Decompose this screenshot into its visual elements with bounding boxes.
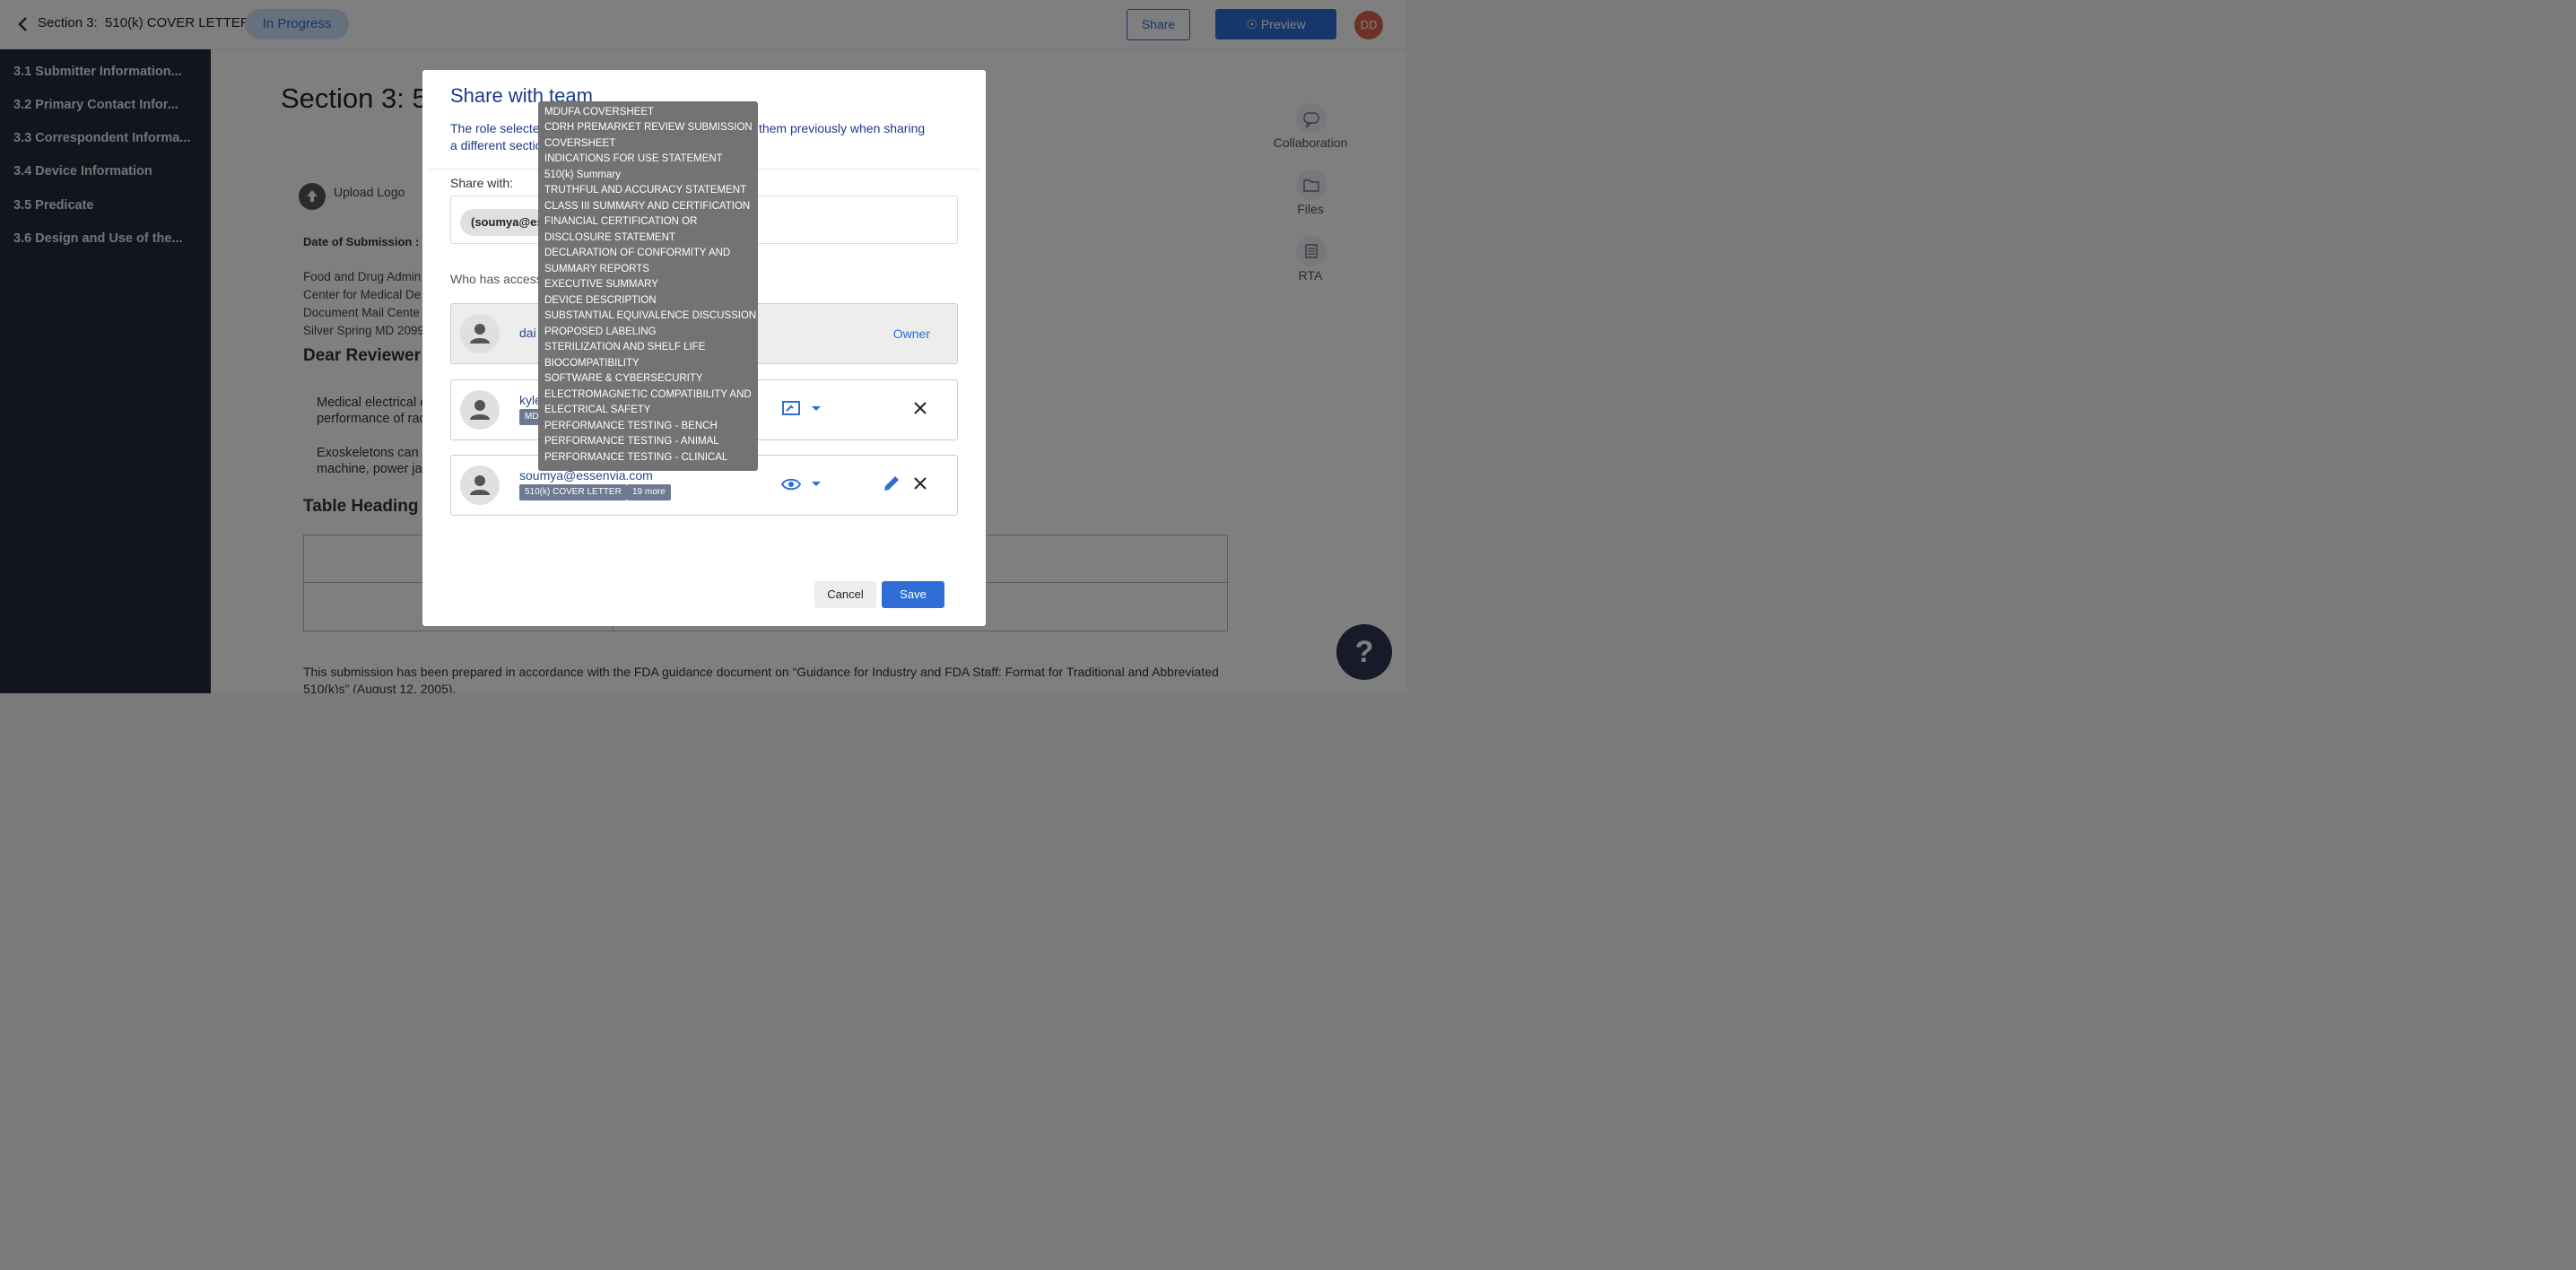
tooltip-item: 510(k) Summary xyxy=(544,170,621,180)
eye-icon[interactable] xyxy=(781,474,801,494)
tooltip-item: PERFORMANCE TESTING - BENCH xyxy=(544,421,718,431)
save-button[interactable]: Save xyxy=(882,581,944,608)
tooltip-item: FINANCIAL CERTIFICATION OR xyxy=(544,216,698,227)
tooltip-item: PERFORMANCE TESTING - ANIMAL xyxy=(544,436,719,447)
tooltip-item: DEVICE DESCRIPTION xyxy=(544,295,657,306)
tooltip-item: SUBSTANTIAL EQUIVALENCE DISCUSSION xyxy=(544,310,757,321)
role-dropdown-caret[interactable] xyxy=(812,482,821,486)
person-icon xyxy=(460,390,500,430)
review-icon[interactable] xyxy=(781,399,801,419)
section-tag[interactable]: 510(k) COVER LETTER xyxy=(519,484,627,500)
tooltip-item: SUMMARY REPORTS xyxy=(544,264,649,274)
role-dropdown-caret[interactable] xyxy=(812,406,821,411)
more-sections-tag[interactable]: 19 more xyxy=(627,484,671,500)
tooltip-item: EXECUTIVE SUMMARY xyxy=(544,279,658,290)
share-with-label: Share with: xyxy=(450,176,514,190)
tooltip-item: ELECTROMAGNETIC COMPATIBILITY AND xyxy=(544,389,752,400)
tooltip-item: BIOCOMPATIBILITY xyxy=(544,358,640,369)
close-icon[interactable] xyxy=(912,400,928,416)
tooltip-item: SOFTWARE & CYBERSECURITY xyxy=(544,373,703,384)
tooltip-item: CLASS III SUMMARY AND CERTIFICATION xyxy=(544,201,751,212)
tooltip-item: PROPOSED LABELING xyxy=(544,326,657,337)
person-icon xyxy=(460,314,500,353)
owner-label: Owner xyxy=(892,326,930,341)
tooltip-item: CDRH PREMARKET REVIEW SUBMISSION xyxy=(544,122,753,133)
tooltip-item: MDUFA COVERSHEET xyxy=(544,107,655,117)
cancel-button[interactable]: Cancel xyxy=(814,581,876,608)
tooltip-item: INDICATIONS FOR USE STATEMENT xyxy=(544,153,723,164)
tooltip-item: ELECTRICAL SAFETY xyxy=(544,404,651,415)
tooltip-item: STERILIZATION AND SHELF LIFE xyxy=(544,342,706,352)
tooltip-item: PERFORMANCE TESTING - CLINICAL xyxy=(544,452,728,463)
close-icon[interactable] xyxy=(912,475,928,491)
who-has-access-label: Who has access xyxy=(450,272,543,286)
tooltip-item: TRUTHFUL AND ACCURACY STATEMENT xyxy=(544,185,747,196)
tooltip-item: DECLARATION OF CONFORMITY AND xyxy=(544,248,731,258)
owner-email: dai xyxy=(519,326,536,340)
sections-tooltip: MDUFA COVERSHEET CDRH PREMARKET REVIEW S… xyxy=(538,101,758,471)
pencil-icon[interactable] xyxy=(882,474,901,493)
person-icon xyxy=(460,465,500,505)
tooltip-item: DISCLOSURE STATEMENT xyxy=(544,232,675,243)
tooltip-item: COVERSHEET xyxy=(544,138,616,149)
